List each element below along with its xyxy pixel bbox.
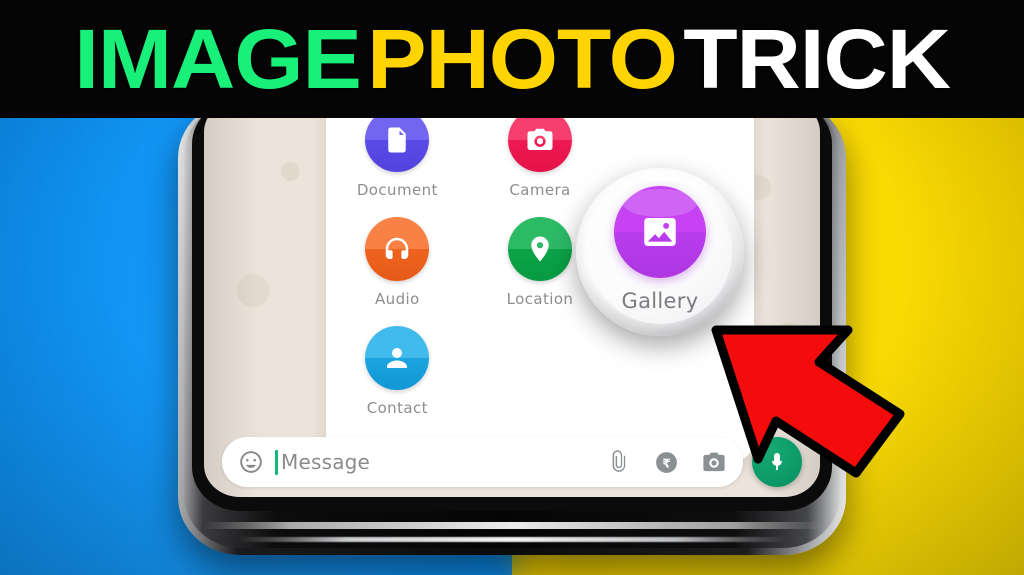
audio-icon-circle — [365, 217, 430, 281]
rupee-icon[interactable]: ₹ — [654, 450, 679, 475]
gallery-icon-circle — [614, 185, 706, 278]
attachment-item-audio[interactable]: Audio — [326, 217, 469, 308]
person-icon — [387, 348, 408, 368]
gallery-magnifier-inner: Gallery — [588, 180, 732, 324]
gallery-magnifier-bubble[interactable]: Gallery — [576, 168, 744, 336]
banner-word-2: PHOTO — [367, 12, 678, 106]
title-banner: IMAGEPHOTOTRICK — [0, 0, 1024, 118]
banner-word-1: IMAGE — [74, 12, 362, 106]
attachment-item-contact[interactable]: Contact — [326, 326, 469, 417]
text-cursor — [275, 449, 278, 475]
contact-icon-circle — [365, 326, 430, 390]
headphones-icon — [386, 237, 409, 259]
image-icon — [644, 217, 676, 246]
attachment-label-contact: Contact — [366, 399, 428, 417]
banner-word-3: TRICK — [683, 12, 951, 106]
attachment-item-camera[interactable]: Camera — [469, 108, 612, 199]
message-input-field[interactable]: Message ₹ — [222, 437, 743, 487]
gallery-label: Gallery — [621, 288, 699, 313]
banner-text: IMAGEPHOTOTRICK — [71, 17, 953, 101]
attachment-item-document[interactable]: Document — [326, 108, 469, 199]
attachment-label-location: Location — [506, 290, 574, 308]
message-placeholder: Message — [281, 450, 371, 474]
phone-bottom-highlight-secondary — [238, 537, 786, 542]
paperclip-icon[interactable] — [606, 449, 632, 475]
phone-bottom-highlight — [204, 522, 820, 529]
red-arrow-icon — [711, 325, 905, 478]
location-pin-icon — [531, 236, 549, 262]
attachment-label-document: Document — [356, 181, 438, 199]
smiley-icon[interactable] — [238, 449, 264, 475]
screenshot-canvas: Document Camera Audio Location Contact G… — [0, 0, 1024, 575]
attachment-label-audio: Audio — [375, 290, 420, 308]
camera-icon — [527, 128, 553, 150]
document-icon — [388, 127, 407, 153]
location-icon-circle — [507, 217, 572, 281]
attachment-label-camera: Camera — [509, 181, 571, 199]
svg-text:₹: ₹ — [662, 456, 670, 470]
